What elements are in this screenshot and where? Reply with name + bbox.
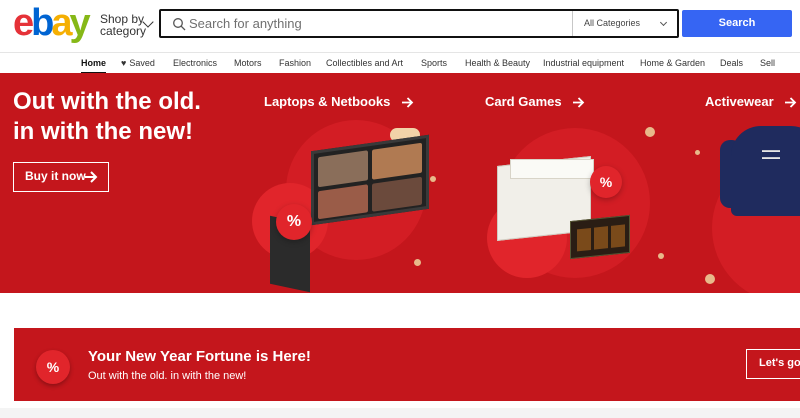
nav-item-electronics[interactable]: Electronics — [173, 58, 217, 68]
search-icon — [173, 18, 186, 31]
nav-item-fashion[interactable]: Fashion — [279, 58, 311, 68]
search-button[interactable]: Search — [682, 10, 792, 37]
gold-dot-decoration — [414, 259, 421, 266]
hero-title-line1: Out with the old. — [13, 88, 201, 115]
nav-item-motors[interactable]: Motors — [234, 58, 262, 68]
discount-badge: % — [276, 204, 312, 240]
logo-letter-e: e — [13, 2, 34, 44]
category-laptops-link[interactable]: Laptops & Netbooks — [264, 94, 414, 109]
logo-letter-y: y — [69, 2, 91, 44]
site-header: ebay Shop by category All Categories Sea… — [0, 0, 800, 52]
promo-banner: % Your New Year Fortune is Here! Out wit… — [14, 328, 800, 401]
video-call-tile — [372, 142, 422, 180]
nav-item-industrial[interactable]: Industrial equipment — [543, 58, 624, 68]
booster-pack — [577, 227, 591, 252]
nav-item-saved[interactable]: ♥ Saved — [121, 58, 155, 68]
hoodie-print-graphic: ▬▬▬ ▬▬▬ — [762, 148, 780, 161]
video-call-tile — [318, 150, 368, 188]
category-activewear-link[interactable]: Activewear — [705, 94, 797, 109]
nav-item-sell[interactable]: Sell — [760, 58, 775, 68]
category-card-games-label: Card Games — [485, 94, 562, 109]
category-activewear-label: Activewear — [705, 94, 774, 109]
category-select[interactable]: All Categories — [572, 11, 678, 36]
nav-item-sports[interactable]: Sports — [421, 58, 447, 68]
hero-title: Out with the old. in with the new! — [13, 87, 201, 147]
category-card-games-link[interactable]: Card Games — [485, 94, 585, 109]
gold-dot-decoration — [705, 274, 715, 284]
gold-dot-decoration — [658, 253, 664, 259]
hero-banner: Out with the old. in with the new! Buy i… — [0, 73, 800, 293]
video-call-tile — [372, 176, 422, 212]
booster-box-image — [570, 214, 630, 260]
gold-dot-decoration — [645, 127, 655, 137]
buy-it-now-button[interactable]: Buy it now — [13, 162, 109, 192]
booster-pack — [594, 226, 608, 250]
page-continuation — [0, 408, 800, 418]
nav-item-home-garden[interactable]: Home & Garden — [640, 58, 705, 68]
gold-dot-decoration — [430, 176, 436, 182]
promo-subtitle: Out with the old. in with the new! — [88, 370, 247, 382]
discount-badge: % — [590, 166, 622, 198]
arrow-right-icon — [785, 97, 797, 108]
category-select-value: All Categories — [584, 18, 641, 28]
search-input[interactable] — [189, 11, 569, 36]
buy-it-now-label: Buy it now — [25, 169, 86, 183]
arrow-right-icon — [573, 97, 585, 108]
chevron-down-icon — [659, 18, 668, 27]
nav-item-deals[interactable]: Deals — [720, 58, 743, 68]
nav-item-health-beauty[interactable]: Health & Beauty — [465, 58, 530, 68]
hoodie-image — [731, 126, 800, 216]
hero-title-line2: in with the new! — [13, 118, 193, 145]
video-call-tile — [318, 184, 368, 220]
arrow-right-icon — [402, 97, 414, 108]
shop-by-label-line2: category — [100, 24, 147, 38]
nav-item-saved-label: Saved — [129, 58, 155, 68]
discount-badge: % — [36, 350, 70, 384]
search-bar: All Categories — [159, 9, 679, 38]
nav-item-home[interactable]: Home — [81, 58, 107, 74]
logo-letter-b: b — [31, 2, 54, 44]
logo-letter-a: a — [51, 2, 72, 44]
card-game-box-lid — [510, 159, 594, 179]
ebay-logo[interactable]: ebay — [13, 2, 91, 44]
main-nav: Home ♥ Saved Electronics Motors Fashion C… — [0, 52, 800, 74]
arrow-right-icon — [85, 171, 98, 183]
category-laptops-label: Laptops & Netbooks — [264, 94, 391, 109]
promo-title: Your New Year Fortune is Here! — [88, 348, 311, 365]
nav-item-collectibles[interactable]: Collectibles and Art — [326, 58, 403, 68]
shop-by-category-button[interactable]: Shop by category — [100, 13, 154, 38]
lets-go-button[interactable]: Let's go — [746, 349, 800, 379]
booster-pack — [611, 224, 625, 248]
heart-icon: ♥ — [121, 58, 127, 68]
gold-dot-decoration — [695, 150, 700, 155]
